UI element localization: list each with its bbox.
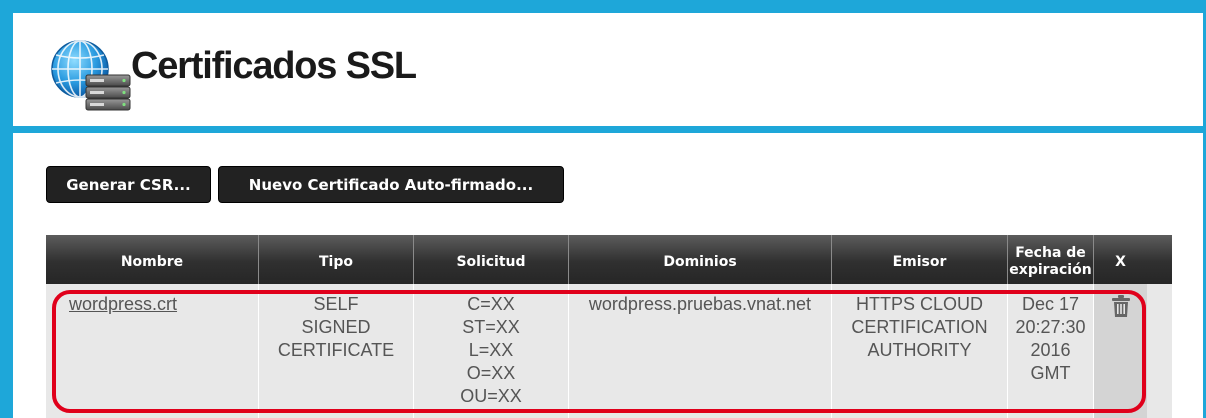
column-header-emisor[interactable]: Emisor: [832, 235, 1008, 284]
cell-expiracion-line: Dec 17: [1021, 294, 1080, 314]
cell-solicitud-line: C=XX: [467, 294, 515, 314]
cell-expiracion: Dec 17 20:27:30 2016 GMT: [1008, 284, 1094, 418]
trash-icon[interactable]: [1111, 295, 1130, 317]
page-title: Certificados SSL: [131, 45, 417, 87]
cell-emisor-line: AUTHORITY: [867, 340, 972, 360]
cell-emisor-line: HTTPS CLOUD: [855, 294, 983, 314]
cell-tipo-line: SIGNED: [301, 317, 371, 337]
cell-tipo: SELF SIGNED CERTIFICATE: [259, 284, 414, 418]
cell-solicitud-line: ST=XX: [462, 317, 520, 337]
column-header-expiracion[interactable]: Fecha de expiración: [1008, 235, 1094, 284]
column-header-delete: X: [1115, 254, 1126, 270]
column-header-dominios[interactable]: Dominios: [569, 235, 832, 284]
cell-dominios-text: wordpress.pruebas.vnat.net: [588, 294, 812, 314]
content-panel: Generar CSR... Nuevo Certificado Auto-fi…: [13, 133, 1203, 418]
table-row: wordpress.crt SELF SIGNED CERTIFICATE C=…: [46, 284, 1172, 418]
certificates-table-header: Nombre Tipo Solicitud Dominios Emisor Fe…: [46, 235, 1172, 284]
cell-delete: [1094, 284, 1147, 418]
certificate-name-link[interactable]: wordpress.crt: [69, 294, 177, 314]
cell-dominios: wordpress.pruebas.vnat.net: [569, 284, 832, 418]
column-header-tipo[interactable]: Tipo: [259, 235, 414, 284]
cell-expiracion-line: 2016: [1030, 340, 1071, 360]
cell-solicitud-line: OU=XX: [460, 386, 522, 406]
cell-solicitud-line: L=XX: [468, 340, 514, 360]
cell-emisor-line: CERTIFICATION: [851, 317, 988, 337]
cell-tipo-line: CERTIFICATE: [277, 340, 395, 360]
new-self-signed-certificate-button[interactable]: Nuevo Certificado Auto-firmado...: [218, 166, 564, 203]
header-panel: Certificados SSL: [13, 13, 1203, 126]
column-header-expiracion-line2: expiración: [1009, 261, 1092, 278]
cell-solicitud-line: O=XX: [466, 363, 516, 383]
cell-expiracion-line: 20:27:30: [1015, 317, 1086, 337]
cell-expiracion-line: GMT: [1030, 363, 1071, 383]
column-header-expiracion-line1: Fecha de: [1015, 244, 1086, 261]
cell-nombre: wordpress.crt: [46, 284, 259, 418]
column-header-solicitud[interactable]: Solicitud: [414, 235, 569, 284]
window-frame: Certificados SSL Generar CSR... Nuevo Ce…: [0, 0, 1206, 418]
cell-tipo-line: SELF: [313, 294, 359, 314]
column-header-nombre[interactable]: Nombre: [46, 235, 259, 284]
globe-server-icon: [51, 40, 131, 111]
cell-solicitud: C=XX ST=XX L=XX O=XX OU=XX: [414, 284, 569, 418]
cell-emisor: HTTPS CLOUD CERTIFICATION AUTHORITY: [832, 284, 1008, 418]
generate-csr-button[interactable]: Generar CSR...: [46, 166, 211, 203]
